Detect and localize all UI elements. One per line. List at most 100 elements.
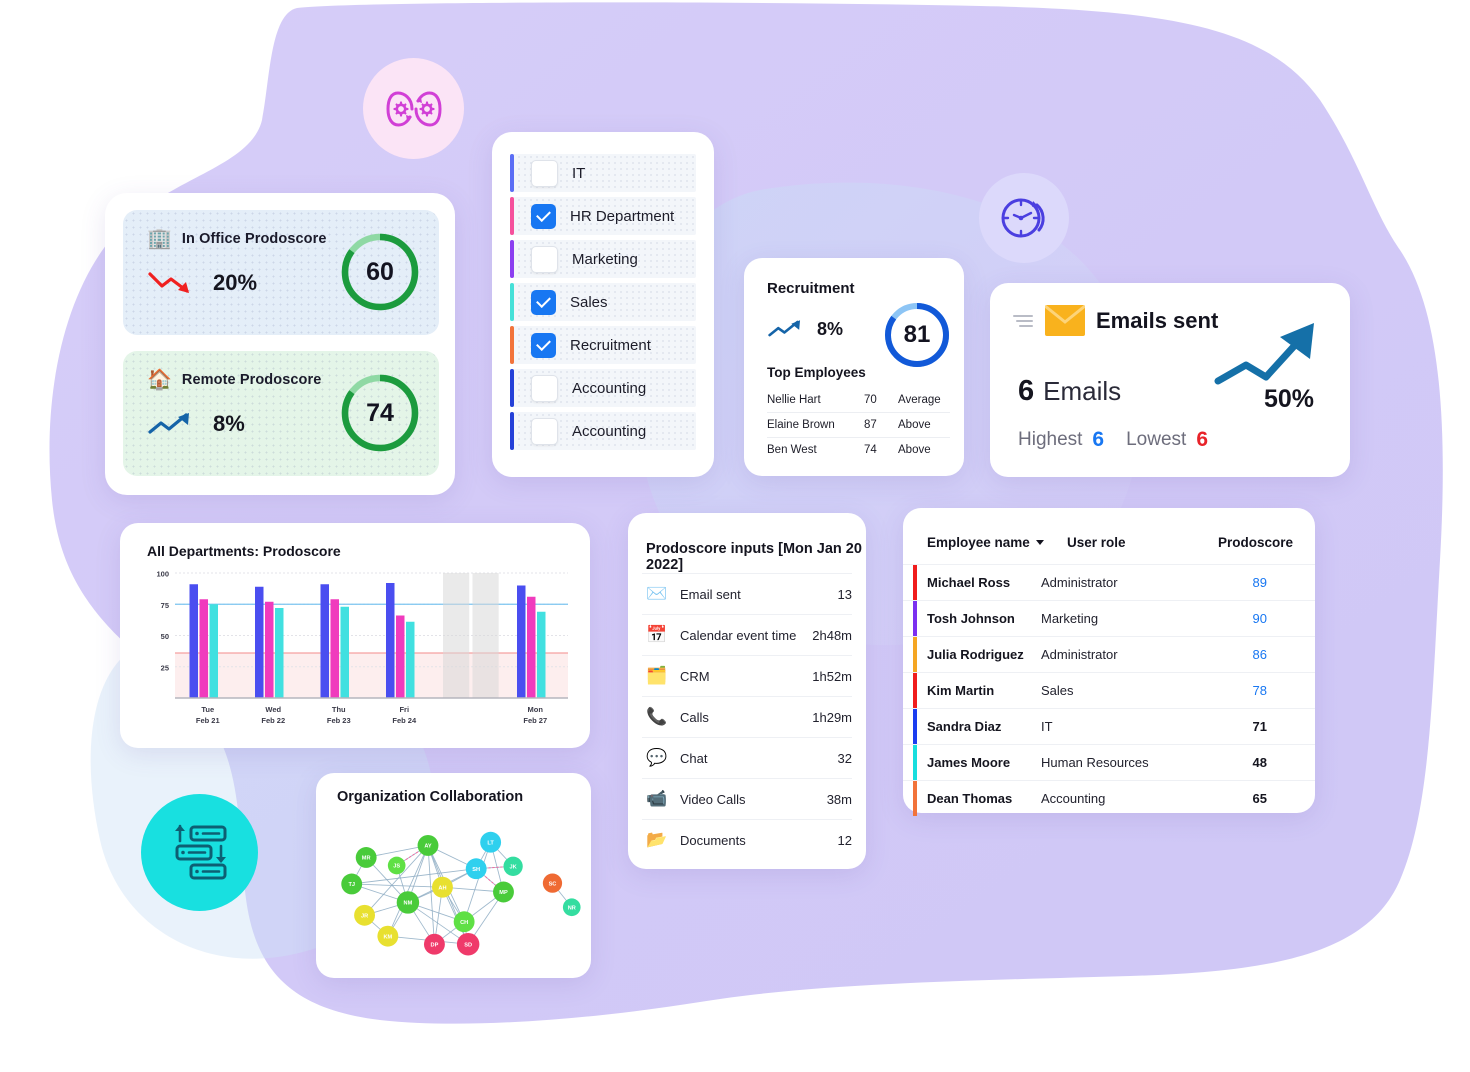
employee-name: Kim Martin bbox=[927, 683, 995, 698]
caret-down-icon[interactable] bbox=[1035, 539, 1044, 545]
input-row[interactable]: 📞 Calls 1h29m bbox=[642, 696, 852, 737]
chart-plot-area: 25 50 75 100 bbox=[147, 570, 572, 702]
input-row[interactable]: 🗂️ CRM 1h52m bbox=[642, 655, 852, 696]
department-row[interactable]: Accounting bbox=[510, 412, 696, 450]
user-role: IT bbox=[1041, 719, 1053, 734]
prodoscore-value[interactable]: 89 bbox=[1181, 575, 1293, 590]
remote-prodoscore-panel[interactable]: 🏠 Remote Prodoscore 8% 74 bbox=[123, 351, 439, 476]
employee-status: Above bbox=[898, 419, 931, 431]
collaboration-network-svg: MR JS AY LT SH JK TJ AH MP NM JR CH KM DP SD SC NR bbox=[341, 831, 581, 956]
department-checkbox[interactable] bbox=[531, 289, 556, 315]
collaboration-node-label: NR bbox=[568, 906, 576, 912]
y-tick-label: 50 bbox=[161, 632, 169, 641]
input-label: Documents bbox=[680, 832, 746, 848]
department-row[interactable]: HR Department bbox=[510, 197, 696, 235]
organization-collaboration-card: Organization Collaboration MR JS AY LT SH JK T… bbox=[316, 773, 591, 978]
column-header-employee-name[interactable]: Employee name bbox=[927, 535, 1067, 550]
y-tick-label: 100 bbox=[156, 571, 169, 579]
prodoscore-value[interactable]: 86 bbox=[1181, 647, 1293, 662]
department-color-bar bbox=[510, 283, 514, 321]
table-row[interactable]: James Moore Human Resources 48 bbox=[903, 744, 1315, 780]
bar bbox=[265, 601, 274, 698]
collaboration-edge bbox=[351, 883, 443, 888]
department-row[interactable]: Recruitment bbox=[510, 326, 696, 364]
employee-name: Dean Thomas bbox=[927, 791, 1013, 806]
department-checkbox[interactable] bbox=[531, 159, 558, 187]
prodoscore-inputs-card: Prodoscore inputs [Mon Jan 20 2022] ✉️ Em… bbox=[628, 513, 866, 869]
table-row[interactable]: Tosh Johnson Marketing 90 bbox=[903, 600, 1315, 636]
input-row[interactable]: 📅 Calendar event time 2h48m bbox=[642, 614, 852, 655]
top-employees-table: Nellie Hart 70 Average Elaine Brown 87 Above B… bbox=[767, 388, 950, 462]
employee-name: Tosh Johnson bbox=[927, 611, 1015, 626]
inputs-list: ✉️ Email sent 13 📅 Calendar event time 2h48m 🗂… bbox=[642, 573, 852, 860]
weekend-block bbox=[443, 573, 470, 698]
row-color-strip bbox=[913, 781, 917, 816]
department-color-bar bbox=[510, 154, 514, 192]
bar bbox=[275, 608, 284, 698]
input-row[interactable]: 💬 Chat 32 bbox=[642, 737, 852, 778]
departments-filter-card: IT HR Department Marketing Sales Recruitment… bbox=[492, 132, 714, 477]
column-header-user-role[interactable]: User role bbox=[1067, 535, 1207, 550]
table-row[interactable]: Dean Thomas Accounting 65 bbox=[903, 780, 1315, 816]
employee-score: 74 bbox=[864, 444, 877, 456]
bar bbox=[396, 615, 405, 698]
employee-name: Elaine Brown bbox=[767, 419, 835, 431]
bar bbox=[406, 621, 415, 698]
arrow-up-trend-icon bbox=[148, 413, 189, 434]
chat-bubbles-icon: 💬 bbox=[646, 748, 668, 767]
in-office-prodoscore-panel[interactable]: 🏢 In Office Prodoscore 20% 60 bbox=[123, 210, 439, 335]
employee-score: 87 bbox=[864, 419, 877, 431]
employee-name: Nellie Hart bbox=[767, 394, 821, 406]
infinity-gears-icon bbox=[385, 90, 442, 127]
envelope-icon bbox=[1045, 305, 1085, 336]
department-label: IT bbox=[572, 164, 586, 182]
department-row[interactable]: Accounting bbox=[510, 369, 696, 407]
user-role: Administrator bbox=[1041, 575, 1118, 590]
lowest-label: Lowest bbox=[1126, 429, 1187, 450]
employees-table-header: Employee name User role Prodoscore bbox=[903, 508, 1315, 564]
department-row[interactable]: Marketing bbox=[510, 240, 696, 278]
department-checkbox[interactable] bbox=[531, 374, 558, 402]
recruitment-card: Recruitment 8% 81 Top Employees Nellie H… bbox=[744, 258, 964, 476]
department-checkbox[interactable] bbox=[531, 245, 558, 273]
input-row[interactable]: 📹 Video Calls 38m bbox=[642, 778, 852, 819]
collaboration-edge bbox=[351, 868, 477, 885]
x-tick-label: Mon Feb 27 bbox=[523, 705, 548, 725]
employees-table-body: Michael Ross Administrator 89 Tosh Johnson M… bbox=[903, 564, 1315, 816]
table-row[interactable]: Sandra Diaz IT 71 bbox=[903, 708, 1315, 744]
employees-table-card: Employee name User role Prodoscore Micha… bbox=[903, 508, 1315, 816]
emails-count-row: 6 Emails bbox=[1018, 375, 1121, 408]
column-header-prodoscore[interactable]: Prodoscore bbox=[1207, 535, 1293, 550]
employee-name: Michael Ross bbox=[927, 575, 1011, 590]
department-checkbox[interactable] bbox=[531, 203, 556, 229]
input-row[interactable]: 📂 Documents 12 bbox=[642, 819, 852, 860]
department-color-bar bbox=[510, 240, 514, 278]
collaboration-node-label: SD bbox=[464, 942, 472, 948]
prodoscore-value[interactable]: 90 bbox=[1181, 611, 1293, 626]
bar bbox=[517, 585, 526, 698]
department-checkbox[interactable] bbox=[531, 332, 556, 358]
department-color-bar bbox=[510, 197, 514, 235]
department-color-bar bbox=[510, 326, 514, 364]
sort-priority-icon bbox=[174, 824, 226, 879]
prodoscore-value[interactable]: 78 bbox=[1181, 683, 1293, 698]
emails-title: Emails sent bbox=[1096, 307, 1219, 333]
top-employees-label: Top Employees bbox=[767, 365, 866, 380]
collaboration-node-label: AH bbox=[438, 885, 446, 891]
table-row[interactable]: Michael Ross Administrator 89 bbox=[903, 564, 1315, 600]
department-color-bar bbox=[510, 412, 514, 450]
panel-trend: 20% bbox=[147, 270, 257, 296]
department-row[interactable]: IT bbox=[510, 154, 696, 192]
table-row[interactable]: Kim Martin Sales 78 bbox=[903, 672, 1315, 708]
employee-name: Sandra Diaz bbox=[927, 719, 1002, 734]
bar bbox=[340, 606, 349, 698]
department-checkbox[interactable] bbox=[531, 417, 558, 445]
table-row[interactable]: Julia Rodriguez Administrator 86 bbox=[903, 636, 1315, 672]
chart-shaded-band bbox=[175, 653, 568, 698]
department-row[interactable]: Sales bbox=[510, 283, 696, 321]
collaboration-title: Organization Collaboration bbox=[337, 789, 524, 805]
department-label: Sales bbox=[570, 293, 608, 311]
input-value: 38m bbox=[826, 791, 852, 807]
input-row[interactable]: ✉️ Email sent 13 bbox=[642, 573, 852, 614]
row-color-strip bbox=[913, 637, 917, 672]
